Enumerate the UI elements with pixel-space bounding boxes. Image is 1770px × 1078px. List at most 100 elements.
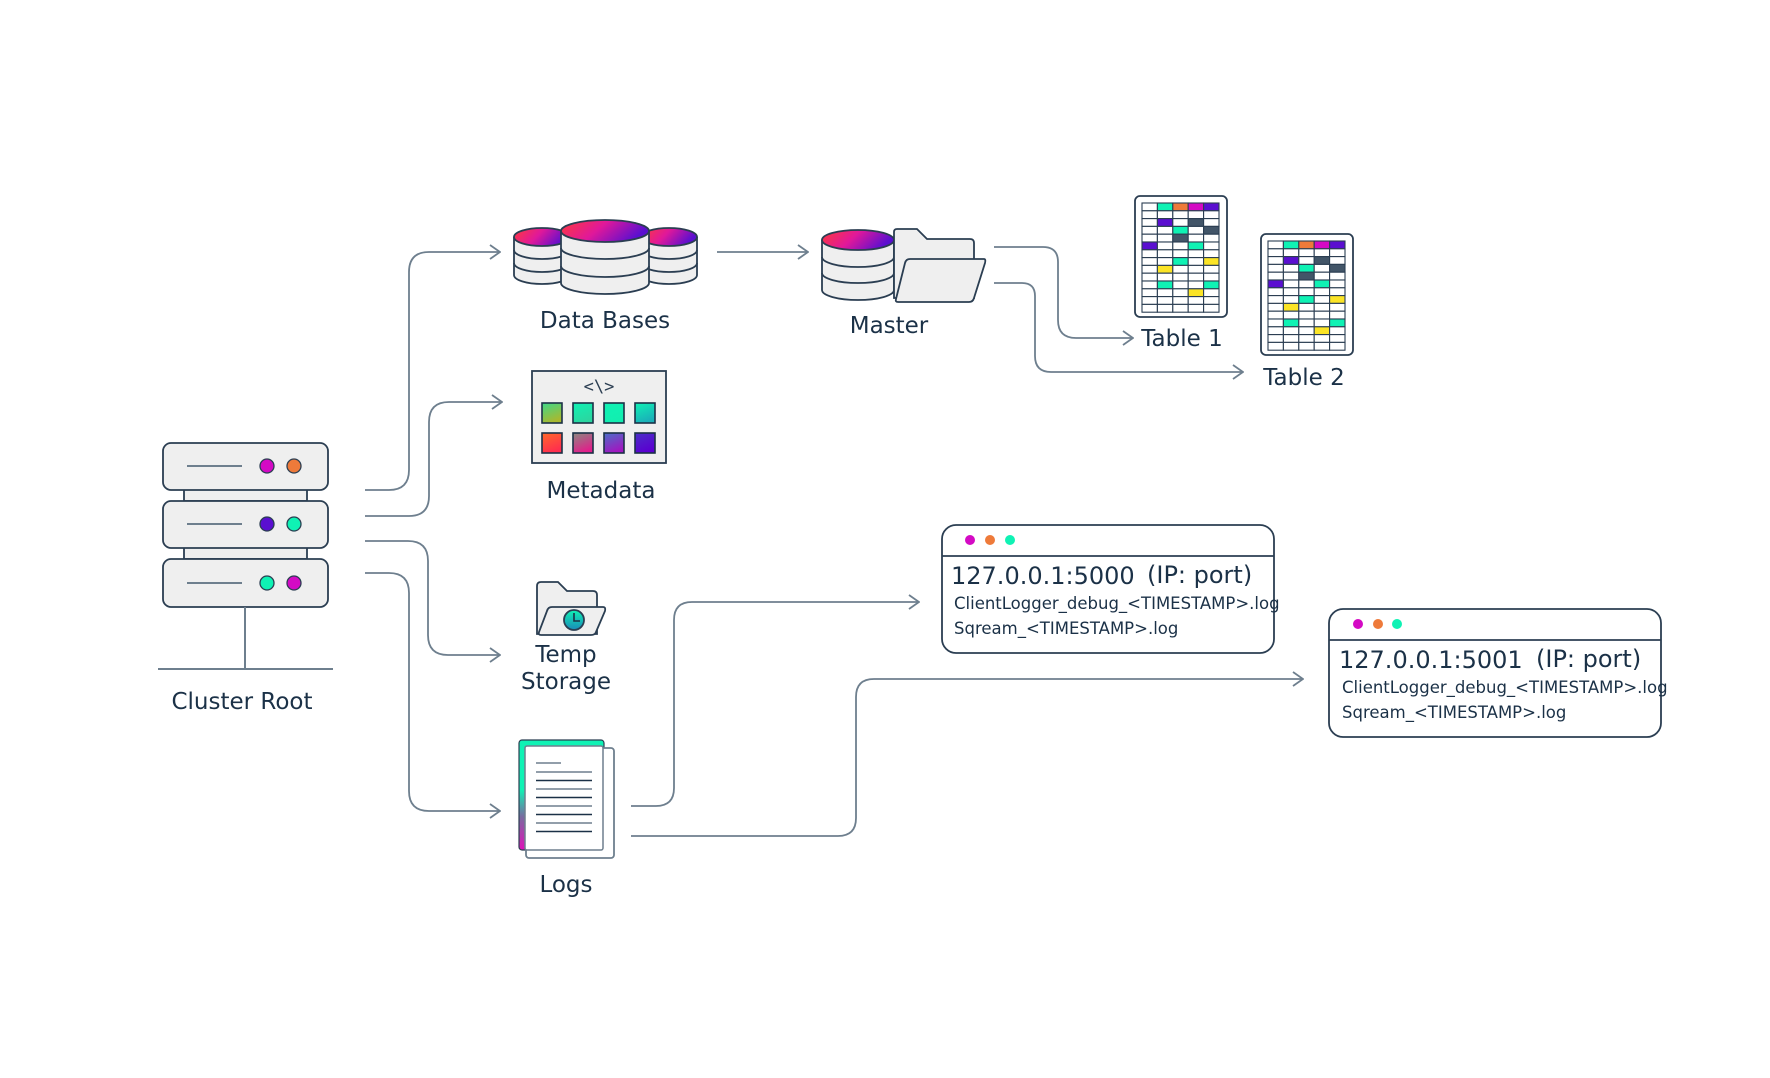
table-cell [1282,263,1300,273]
metadata-tile [541,402,563,424]
table-grid [1141,202,1220,313]
table-cell [1298,279,1315,289]
status-led-purple-icon [259,516,275,532]
table-cell [1203,303,1220,313]
table-cell [1172,218,1189,227]
table-cell [1172,288,1189,298]
code-brackets-icon: <\> [584,377,615,397]
table-cell [1267,287,1284,297]
data-bases-label: Data Bases [540,308,670,334]
table-cell [1187,288,1205,298]
metadata-tile [634,432,656,454]
table-cell [1298,248,1315,258]
table-cell [1172,225,1189,235]
table-cell [1141,288,1158,298]
table-cell [1203,202,1220,212]
table1-node[interactable]: Table 1 [1134,195,1228,352]
window-address: 127.0.0.1:5001 [1339,646,1523,674]
table-cell [1187,225,1205,235]
table-cell [1267,295,1284,304]
cluster-root-node[interactable]: Cluster Root [158,442,333,715]
table-cell [1298,326,1315,336]
data-bases-node[interactable]: Data Bases [513,219,698,334]
master-node[interactable]: Master [821,228,987,339]
table-cell [1187,249,1205,259]
table-cell [1298,334,1315,343]
table-cell [1172,264,1189,274]
log-window-5001[interactable]: 127.0.0.1:5001 (IP: port) ClientLogger_d… [1328,608,1668,738]
metadata-node[interactable]: <\> Metadata [531,370,667,504]
table-cell [1313,271,1331,281]
table-cell [1267,302,1284,312]
table-cell [1187,202,1205,212]
window-address-note: (IP: port) [1147,561,1252,589]
table-cell [1282,295,1300,304]
table-cell [1141,225,1158,235]
table-cell [1156,280,1174,290]
table-cell [1156,257,1174,266]
table-cell [1282,287,1300,297]
table-cell [1267,256,1284,265]
temp-storage-label-line1: Temp [534,642,596,668]
table-cell [1267,310,1284,320]
table-cell [1313,248,1331,258]
table-cell [1203,218,1220,227]
table-cell [1329,341,1346,351]
table-cell [1141,303,1158,313]
table-cell [1172,272,1189,282]
table-cell [1267,263,1284,273]
table-cell [1282,271,1300,281]
table-cell [1329,240,1346,250]
table-cell [1298,240,1315,250]
table-cell [1203,288,1220,298]
table-cell [1203,257,1220,266]
table-cell [1141,202,1158,212]
table-cell [1282,248,1300,258]
table-cell [1267,318,1284,328]
table-cell [1172,280,1189,290]
metadata-label: Metadata [547,478,656,504]
table-cell [1187,264,1205,274]
table-cell [1329,279,1346,289]
table-cell [1172,257,1189,266]
table-cell [1187,303,1205,313]
temp-storage-label-line2: Storage [521,669,611,695]
table-cell [1329,287,1346,297]
table2-node[interactable]: Table 2 [1260,233,1354,391]
table-cell [1172,241,1189,251]
metadata-tile [572,432,594,454]
edge-root-to-temp-storage [365,540,500,655]
table-cell [1267,271,1284,281]
log-window-5000[interactable]: 127.0.0.1:5000 (IP: port) ClientLogger_d… [941,524,1280,654]
table-cell [1203,241,1220,251]
table-cell [1187,272,1205,282]
table-cell [1282,279,1300,289]
table-cell [1172,202,1189,212]
temp-storage-node[interactable]: Temp Storage [521,581,611,695]
status-led-orange-icon [286,458,302,474]
table-cell [1298,263,1315,273]
metadata-tile [541,432,563,454]
table-cell [1203,233,1220,243]
table-cell [1329,318,1346,328]
status-led-teal-icon [286,516,302,532]
logs-node[interactable]: Logs [518,739,615,898]
table-cell [1282,240,1300,250]
log-documents-icon [518,739,615,859]
table-cell [1156,272,1174,282]
table-cell [1329,302,1346,312]
master-label: Master [850,313,929,339]
table-cell [1172,210,1189,220]
table-cell [1329,326,1346,336]
diagram-canvas: Cluster Root Data Bases Master Table 1 T… [158,195,1668,898]
table-cell [1156,233,1174,243]
table-cell [1141,218,1158,227]
edge-logs-to-window2 [631,679,1303,837]
table-cell [1141,233,1158,243]
table-cell [1313,302,1331,312]
window-dot-orange-icon [985,535,995,545]
table-cell [1156,202,1174,212]
table-cell [1141,241,1158,251]
table-cell [1329,310,1346,320]
table-cell [1187,218,1205,227]
